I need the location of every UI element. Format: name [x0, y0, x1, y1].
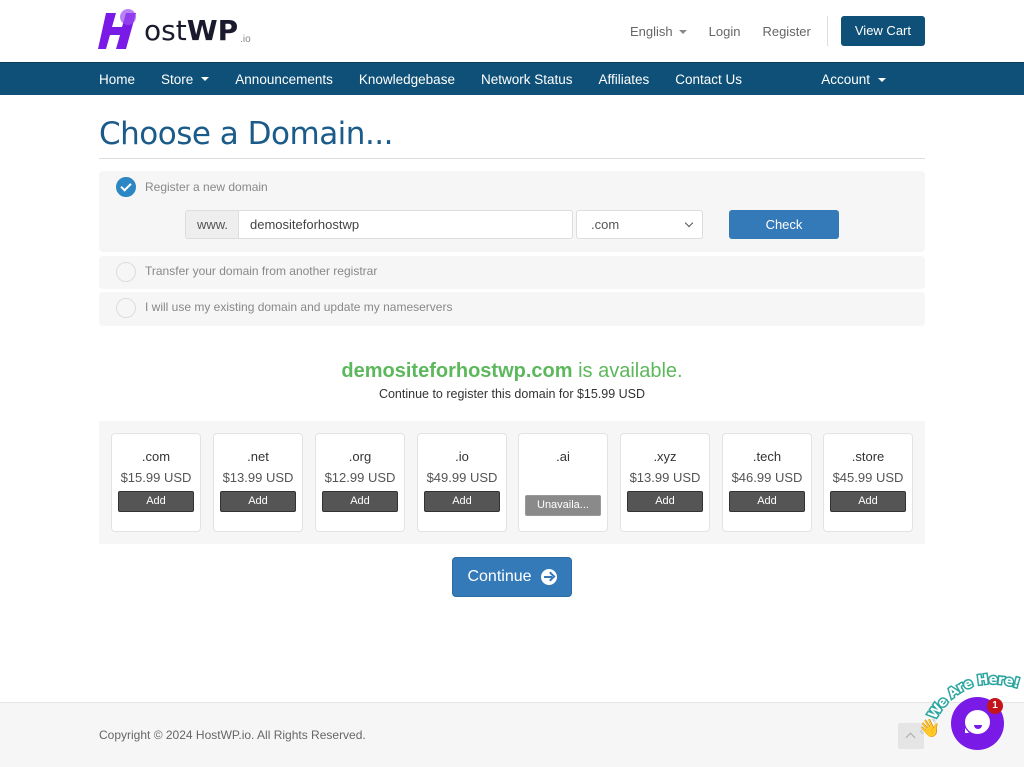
tld-name: .store: [851, 449, 885, 464]
tld-price: [519, 470, 607, 486]
add-button[interactable]: Add: [322, 491, 398, 512]
option-register: Register a new domain www. .com Check: [99, 171, 925, 252]
option-existing: I will use my existing domain and update…: [99, 292, 925, 326]
chat-notification-badge: 1: [987, 698, 1003, 714]
availability-subtext: Continue to register this domain for $15…: [378, 387, 646, 401]
availability-heading: demositeforhostwp.com is available.: [341, 360, 683, 382]
title-divider: [99, 158, 925, 159]
view-cart-button[interactable]: View Cart: [840, 16, 925, 46]
tld-name: .net: [247, 449, 269, 464]
tld-name: .io: [455, 449, 469, 464]
chevron-down-icon: [684, 218, 694, 228]
suggestions-panel: .com $15.99 USD Add .net $13.99 USD Add …: [99, 421, 925, 544]
tld-price: $46.99 USD: [731, 470, 803, 485]
caret-down-icon: [201, 77, 210, 81]
tld-price: $13.99 USD: [222, 470, 294, 485]
waving-hand-icon: 👋: [918, 718, 941, 738]
main-nav: Home Store Announcements Knowledgebase N…: [0, 62, 1024, 95]
add-button[interactable]: Add: [627, 491, 703, 512]
logo-text: ostWP: [144, 14, 239, 47]
nav-network-status[interactable]: Network Status: [481, 72, 573, 87]
tld-card: .com $15.99 USD Add: [111, 433, 201, 532]
unavailable-button: Unavaila...: [525, 495, 601, 516]
tld-price: $13.99 USD: [629, 470, 701, 485]
nav-account[interactable]: Account: [821, 72, 886, 87]
option-label[interactable]: Register a new domain: [145, 180, 268, 194]
radio-existing[interactable]: [116, 298, 136, 318]
add-button[interactable]: Add: [220, 491, 296, 512]
radio-register-checked-icon[interactable]: [116, 177, 136, 197]
continue-button[interactable]: Continue: [452, 557, 572, 597]
add-button[interactable]: Add: [830, 491, 906, 512]
add-button[interactable]: Add: [729, 491, 805, 512]
logo[interactable]: ostWP .io: [98, 9, 251, 51]
tld-price: $49.99 USD: [426, 470, 498, 485]
language-selector[interactable]: English: [630, 24, 687, 39]
copyright-text: Copyright © 2024 HostWP.io. All Rights R…: [99, 728, 366, 742]
tld-card: .store $45.99 USD Add: [823, 433, 913, 532]
tld-card: .io $49.99 USD Add: [417, 433, 507, 532]
nav-announcements[interactable]: Announcements: [235, 72, 333, 87]
add-button[interactable]: Add: [118, 491, 194, 512]
tld-price: $15.99 USD: [120, 470, 192, 485]
arrow-circle-right-icon: [540, 569, 557, 585]
nav-knowledgebase[interactable]: Knowledgebase: [359, 72, 455, 87]
logo-h-icon: [98, 9, 142, 51]
tld-card: .ai Unavaila...: [518, 433, 608, 532]
nav-store[interactable]: Store: [161, 72, 210, 87]
caret-down-icon: [678, 30, 687, 35]
tld-card: .org $12.99 USD Add: [315, 433, 405, 532]
option-label[interactable]: Transfer your domain from another regist…: [145, 264, 377, 278]
nav-home[interactable]: Home: [99, 72, 135, 87]
caret-down-icon: [878, 77, 886, 82]
available-domain: demositeforhostwp.com: [341, 360, 573, 382]
tld-select[interactable]: .com: [576, 210, 703, 239]
option-transfer: Transfer your domain from another regist…: [99, 256, 925, 289]
domain-input[interactable]: [238, 210, 573, 239]
tld-name: .ai: [556, 449, 570, 464]
register-link[interactable]: Register: [762, 24, 810, 39]
chat-bubble-tail: [965, 728, 969, 733]
nav-affiliates[interactable]: Affiliates: [599, 72, 650, 87]
add-button[interactable]: Add: [424, 491, 500, 512]
footer: Copyright © 2024 HostWP.io. All Rights R…: [0, 702, 1024, 767]
divider: [826, 16, 828, 46]
radio-transfer[interactable]: [116, 262, 136, 282]
option-label[interactable]: I will use my existing domain and update…: [145, 300, 452, 314]
tld-price: $12.99 USD: [324, 470, 396, 485]
top-header: ostWP .io English Login Register View Ca…: [0, 0, 1024, 62]
page-title: Choose a Domain...: [99, 116, 394, 152]
tld-card: .net $13.99 USD Add: [213, 433, 303, 532]
tld-card: .tech $46.99 USD Add: [722, 433, 812, 532]
tld-name: .xyz: [653, 449, 677, 464]
tld-name: .org: [348, 449, 372, 464]
nav-contact-us[interactable]: Contact Us: [675, 72, 742, 87]
login-link[interactable]: Login: [709, 24, 741, 39]
top-links: English Login Register View Cart: [630, 16, 925, 46]
tld-name: .tech: [752, 449, 782, 464]
check-button[interactable]: Check: [729, 210, 839, 239]
tld-name: .com: [141, 449, 171, 464]
logo-suffix: .io: [240, 34, 251, 45]
tld-card: .xyz $13.99 USD Add: [620, 433, 710, 532]
www-prefix: www.: [185, 210, 239, 239]
tld-price: $45.99 USD: [832, 470, 904, 485]
